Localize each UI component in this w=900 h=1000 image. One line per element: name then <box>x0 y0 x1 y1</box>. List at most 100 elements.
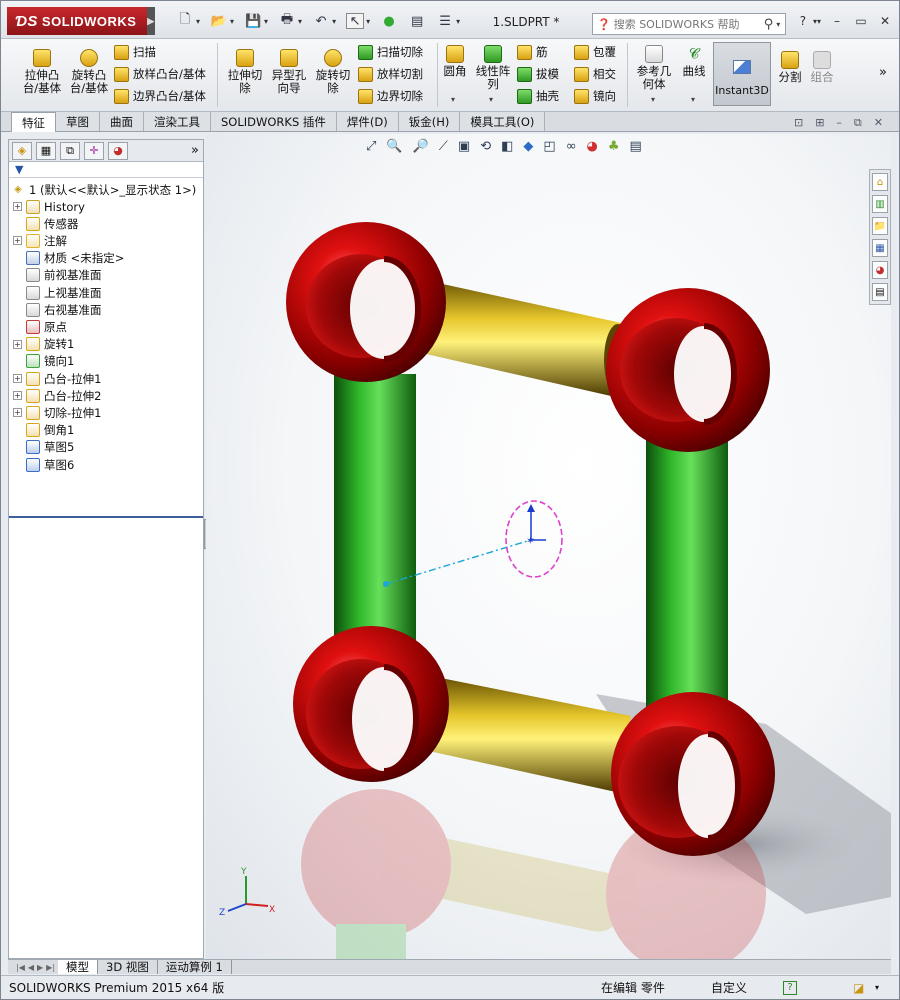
tree-item[interactable]: 右视基准面 <box>13 301 102 318</box>
tab-addins[interactable]: SOLIDWORKS 插件 <box>211 112 337 131</box>
tree-item[interactable]: 材质 <未指定> <box>13 250 124 267</box>
save-icon[interactable]: 💾 <box>244 13 262 29</box>
viewport-minimize-icon[interactable]: – <box>836 116 842 130</box>
section-view-icon[interactable]: ⟋ <box>439 139 448 154</box>
expand-panel-icon[interactable]: » <box>191 143 199 158</box>
chevron-down-icon[interactable]: ▾ <box>817 17 821 26</box>
3d-model-scene[interactable]: ✶ Y X Z <box>206 134 891 960</box>
chevron-down-icon[interactable]: ▾ <box>691 95 695 104</box>
display-style-icon[interactable]: ◆ <box>523 139 533 154</box>
tree-item[interactable]: + 凸台-拉伸1 <box>13 370 101 387</box>
chevron-down-icon[interactable]: ▾ <box>298 17 302 26</box>
reference-geometry-button[interactable]: 参考几 何体 <box>633 45 675 91</box>
tab-weldments[interactable]: 焊件(D) <box>336 112 399 131</box>
tree-item[interactable]: + 切除-拉伸1 <box>13 404 101 421</box>
chevron-down-icon[interactable]: ▾ <box>456 17 460 26</box>
minimize-button[interactable]: – <box>829 13 845 29</box>
revolved-cut-button[interactable]: 旋转切 除 <box>311 49 355 95</box>
search-box[interactable]: ❓ ⚲▾ <box>592 13 786 35</box>
chevron-down-icon[interactable]: ▾ <box>196 17 200 26</box>
combine-button[interactable]: 组合 <box>807 51 837 84</box>
instant3d-button[interactable]: Instant3D <box>713 42 771 106</box>
swept-boss-button[interactable]: 扫描 <box>114 43 156 61</box>
viewport-restore-icon[interactable]: ⧉ <box>854 116 862 130</box>
tree-item[interactable]: 草图6 <box>13 456 74 473</box>
mirror-button[interactable]: 镜向 <box>574 87 616 105</box>
lofted-cut-button[interactable]: 放样切割 <box>358 65 423 83</box>
search-icon[interactable]: ⚲ <box>764 17 774 32</box>
expand-icon[interactable]: + <box>13 391 22 401</box>
tab-sheet-metal[interactable]: 钣金(H) <box>398 112 461 131</box>
previous-view-icon[interactable]: 🔎 <box>413 139 429 154</box>
split-button[interactable]: 分割 <box>775 51 805 84</box>
tab-features[interactable]: 特征 <box>11 112 56 132</box>
restore-button[interactable]: ▭ <box>853 13 869 29</box>
filter-icon[interactable]: ▼ <box>9 162 203 178</box>
chevron-down-icon[interactable]: ▾ <box>366 17 370 26</box>
tree-item[interactable]: + 旋转1 <box>13 336 74 353</box>
viewport-layout2-icon[interactable]: ⊞ <box>815 116 824 130</box>
viewport-close-icon[interactable]: ✕ <box>874 116 883 130</box>
tree-item[interactable]: 草图5 <box>13 439 74 456</box>
expand-icon[interactable]: + <box>13 408 22 418</box>
wrap-button[interactable]: 包覆 <box>574 43 616 61</box>
file-properties-icon[interactable]: ▤ <box>408 13 426 29</box>
chevron-down-icon[interactable]: ▾ <box>489 95 493 104</box>
tree-root[interactable]: ◈ 1 (默认<<默认>_显示状态 1>) <box>11 181 196 198</box>
tree-item[interactable]: 前视基准面 <box>13 267 102 284</box>
design-library-icon[interactable]: ▥ <box>872 195 888 213</box>
display-pane-icon[interactable]: ▤ <box>630 139 642 154</box>
boundary-boss-button[interactable]: 边界凸台/基体 <box>114 87 206 105</box>
rollback-bar[interactable] <box>9 516 203 518</box>
hole-wizard-button[interactable]: 异型孔 向导 <box>267 49 311 95</box>
intersect-button[interactable]: 相交 <box>574 65 616 83</box>
print-icon[interactable]: 🖶 <box>278 12 296 29</box>
edit-appearance-icon[interactable]: ∞ <box>566 139 577 154</box>
tab-mold-tools[interactable]: 模具工具(O) <box>460 112 546 131</box>
boundary-cut-button[interactable]: 边界切除 <box>358 87 423 105</box>
help-icon[interactable]: ? <box>783 980 797 995</box>
rebuild-icon[interactable]: ● <box>380 13 398 29</box>
draft-button[interactable]: 拔模 <box>517 65 559 83</box>
status-units[interactable]: 自定义 <box>711 979 747 996</box>
tree-item[interactable]: + 凸台-拉伸2 <box>13 387 101 404</box>
prev-tab-icon[interactable]: ◀ <box>28 963 34 972</box>
fillet-button[interactable]: 圆角 <box>441 45 469 78</box>
next-tab-icon[interactable]: ▶ <box>37 963 43 972</box>
tree-item[interactable]: 原点 <box>13 318 67 335</box>
tree-item[interactable]: + History <box>13 198 85 215</box>
graphics-area[interactable]: ✶ Y X Z ⤢ 🔍 🔎 ⟋ ▣ ⟲ ◧ ◆ ◰ ∞ ◕ ♣ ▤ ⊡ ⊞ – … <box>206 116 891 960</box>
tab-render-tools[interactable]: 渲染工具 <box>144 112 211 131</box>
tab-motion-study[interactable]: 运动算例 1 <box>158 960 232 974</box>
rib-button[interactable]: 筋 <box>517 43 548 61</box>
search-input[interactable] <box>613 17 764 31</box>
property-manager-icon[interactable]: ▦ <box>36 141 56 160</box>
apply-scene-icon[interactable]: ◕ <box>587 139 598 154</box>
zoom-area-icon[interactable]: 🔍 <box>386 139 402 154</box>
tab-surfaces[interactable]: 曲面 <box>100 112 144 131</box>
undo-icon[interactable]: ↶ <box>312 13 330 29</box>
solidworks-logo[interactable]: ƊS SOLIDWORKS ▶ <box>7 7 155 35</box>
appearances-icon[interactable]: ◕ <box>872 261 888 279</box>
tree-item[interactable]: + 注解 <box>13 232 67 249</box>
tab-3d-views[interactable]: 3D 视图 <box>98 960 158 974</box>
more-commands-button[interactable]: » <box>879 65 887 80</box>
select-icon[interactable]: ↖ <box>346 13 365 29</box>
last-tab-icon[interactable]: ▶| <box>46 963 55 972</box>
custom-properties-icon[interactable]: ▤ <box>872 283 888 301</box>
expand-icon[interactable]: + <box>13 374 22 383</box>
tab-model[interactable]: 模型 <box>58 960 99 974</box>
first-tab-icon[interactable]: |◀ <box>16 963 25 972</box>
file-explorer-icon[interactable]: 📁 <box>872 217 888 235</box>
chevron-down-icon[interactable]: ▾ <box>230 17 234 26</box>
expand-icon[interactable]: + <box>13 202 22 211</box>
options-icon[interactable]: ☰ <box>436 13 454 29</box>
chevron-down-icon[interactable]: ▾ <box>875 983 879 992</box>
expand-icon[interactable]: + <box>13 339 22 349</box>
extruded-cut-button[interactable]: 拉伸切 除 <box>223 49 267 95</box>
tree-item[interactable]: 倒角1 <box>13 422 74 439</box>
rotate-view-icon[interactable]: ⟲ <box>480 139 491 154</box>
tree-item[interactable]: 上视基准面 <box>13 284 102 301</box>
display-manager-icon[interactable]: ◕ <box>108 141 128 160</box>
menu-expand-arrow-icon[interactable]: ▶ <box>147 7 155 35</box>
